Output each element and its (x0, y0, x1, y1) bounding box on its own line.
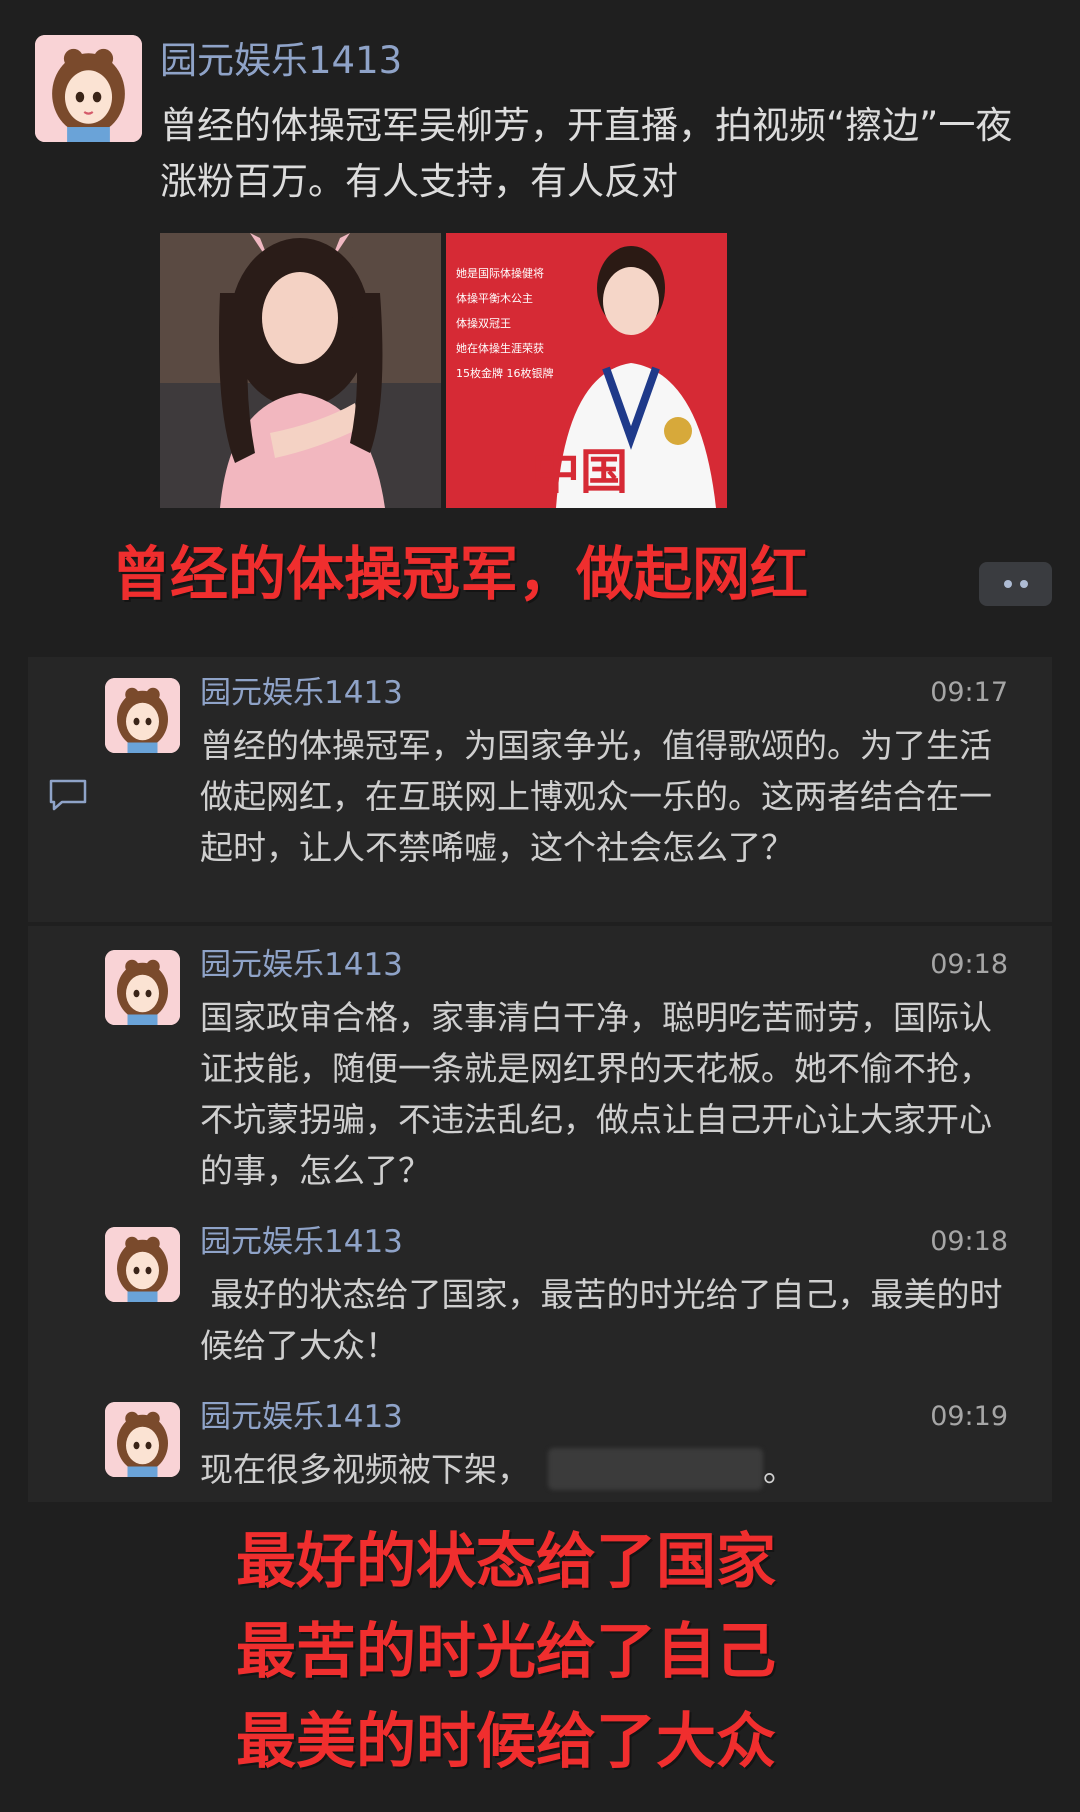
gymnast-caption-4: 她在体操生涯荣获 (456, 341, 544, 355)
avatar-girl-icon (35, 35, 142, 142)
comment-avatar[interactable] (105, 1402, 180, 1477)
comment-time: 09:17 (930, 677, 1008, 708)
comment-username[interactable]: 园元娱乐1413 (200, 1223, 403, 1261)
post-image-2[interactable]: 她是国际体操健将 体操平衡木公主 体操双冠王 她在体操生涯荣获 15枚金牌 16… (446, 233, 727, 508)
gymnast-caption-1: 她是国际体操健将 (456, 266, 544, 280)
comment-username[interactable]: 园元娱乐1413 (200, 946, 403, 984)
gymnast-caption-2: 体操平衡木公主 (456, 291, 533, 305)
post-image-1[interactable] (160, 233, 441, 508)
comment-time: 09:19 (930, 1401, 1008, 1432)
overlay-title: 曾经的体操冠军，做起网红 (112, 540, 809, 608)
comment-icon[interactable] (48, 778, 88, 812)
comment-username[interactable]: 园元娱乐1413 (200, 674, 403, 712)
comment-time: 09:18 (930, 1226, 1008, 1257)
comment-time: 09:18 (930, 949, 1008, 980)
avatar-girl-icon (105, 1402, 180, 1477)
overlay-line-1: 最好的状态给了国家 (236, 1527, 776, 1597)
avatar-girl-icon (105, 950, 180, 1025)
post-text: 曾经的体操冠军吴柳芳，开直播，拍视频“擦边”一夜涨粉百万。有人支持，有人反对 (160, 104, 1013, 203)
comment-avatar[interactable] (105, 678, 180, 753)
gymnast-badge: 中国 (532, 444, 628, 500)
dot-icon (1019, 580, 1028, 588)
comment-username[interactable]: 园元娱乐1413 (200, 1398, 403, 1436)
comment-text: 现在很多视频被下架， (200, 1450, 530, 1489)
overlay-line-3: 最美的时候给了大众 (236, 1707, 776, 1777)
more-options-button[interactable] (979, 562, 1052, 606)
photo-woman-icon (160, 233, 441, 508)
comment-text: 最好的状态给了国家，最苦的时光给了自己，最美的时候给了大众！ (200, 1275, 1003, 1365)
comment-divider (28, 922, 1052, 926)
comment-avatar[interactable] (105, 1227, 180, 1302)
avatar-girl-icon (105, 678, 180, 753)
blurred-text (548, 1448, 763, 1490)
comment-text: 国家政审合格，家事清白干净，聪明吃苦耐劳，国际认证技能，随便一条就是网红界的天花… (200, 998, 992, 1190)
avatar-girl-icon (105, 1227, 180, 1302)
dot-icon (1003, 580, 1012, 588)
comment-text: 曾经的体操冠军，为国家争光，值得歌颂的。为了生活做起网红，在互联网上博观众一乐的… (200, 726, 992, 867)
gymnast-caption-3: 体操双冠王 (456, 316, 511, 330)
overlay-line-2: 最苦的时光给了自己 (236, 1617, 776, 1687)
photo-gymnast-icon: 她是国际体操健将 体操平衡木公主 体操双冠王 她在体操生涯荣获 15枚金牌 16… (446, 233, 727, 508)
comment-text-end: 。 (763, 1450, 796, 1489)
gymnast-caption-5: 15枚金牌 16枚银牌 (456, 366, 554, 380)
comment-avatar[interactable] (105, 950, 180, 1025)
post-username[interactable]: 园元娱乐1413 (160, 38, 402, 84)
post-avatar[interactable] (35, 35, 142, 142)
